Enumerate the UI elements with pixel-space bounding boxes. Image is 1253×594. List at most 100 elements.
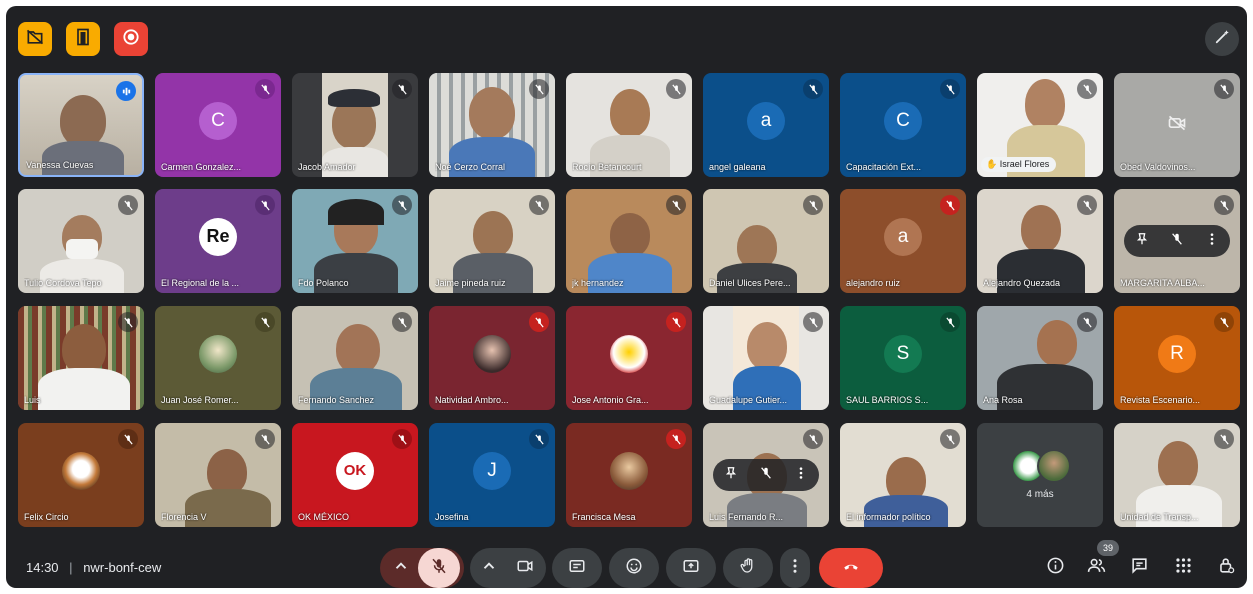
people-button[interactable] [1083,555,1109,581]
mic-off-icon [1214,429,1234,449]
chevron-up-icon [480,557,498,580]
camera-icon [516,557,534,580]
tile-hover-controls [713,459,819,491]
participant-tile[interactable]: Ana Rosa [977,306,1103,410]
audio-options-button[interactable] [384,548,418,588]
mic-off-icon [666,195,686,215]
participant-face [610,213,650,257]
participant-avatar: S [884,334,922,373]
participant-tile[interactable]: Jacob Amador [292,73,418,177]
participant-logo: Re [199,217,237,256]
mic-off-icon [1214,79,1234,99]
video-options-button[interactable] [472,557,506,580]
mic-off-icon [940,79,960,99]
host-controls-button[interactable] [1213,555,1239,581]
participant-avatar [610,334,648,373]
pin-icon[interactable] [724,466,738,485]
more-vert-icon[interactable] [1205,232,1219,251]
participant-tile[interactable]: Luis Fernando R... [703,423,829,527]
leave-call-button[interactable] [819,548,883,588]
participant-tile[interactable]: Jaime pineda ruiz [429,189,555,293]
end-call-icon [842,557,860,580]
chat-icon [1130,556,1149,580]
participant-name: Fernando Sanchez [298,395,375,405]
participant-name: Rocío Betancourt [572,162,642,172]
participant-tile[interactable]: Natividad Ambro... [429,306,555,410]
participant-tile[interactable]: Noé Cerzo Corral [429,73,555,177]
participant-tile[interactable]: jk hernandez [566,189,692,293]
meeting-code: nwr-bonf-cew [83,560,162,575]
participant-tile[interactable]: Florencia V [155,423,281,527]
participant-tile[interactable]: R Revista Escenario... [1114,306,1240,410]
camera-toggle-button[interactable] [506,557,544,580]
participant-tile[interactable]: Obed Valdovinos... [1114,73,1240,177]
participant-name: Florencia V [161,512,207,522]
participant-tile[interactable]: Tulio Cordova Tepo [18,189,144,293]
participant-avatar: C [199,101,237,140]
participant-avatar [199,334,237,373]
participant-name: Noé Cerzo Corral [435,162,506,172]
more-options-button[interactable] [780,548,810,588]
participant-tile[interactable]: Jose Antonio Gra... [566,306,692,410]
participant-tile[interactable]: J Josefina [429,423,555,527]
door-button[interactable] [66,22,100,56]
participant-tile[interactable]: Rocío Betancourt [566,73,692,177]
participant-tile[interactable]: Fernando Sanchez [292,306,418,410]
participant-tile[interactable]: S SAUL BARRIOS S... [840,306,966,410]
more-vert-icon[interactable] [794,466,808,485]
participant-name: Jose Antonio Gra... [572,395,649,405]
raise-hand-button[interactable] [723,548,773,588]
participant-name: Obed Valdovinos... [1120,162,1196,172]
participant-tile[interactable]: C Carmen Gonzalez... [155,73,281,177]
folder-off-icon [25,27,45,52]
participant-tile[interactable]: a angel galeana [703,73,829,177]
more-participants-tile[interactable]: 4 más [977,423,1103,527]
mic-off-icon [255,195,275,215]
participant-tile[interactable]: Fdo Polanco [292,189,418,293]
participant-face [62,324,106,374]
participant-tile[interactable]: Daniel Ulices Pere... [703,189,829,293]
mic-off-icon [529,195,549,215]
participant-tile[interactable]: Luis [18,306,144,410]
microphone-toggle-button[interactable] [418,548,460,588]
participant-tile[interactable]: a alejandro ruiz [840,189,966,293]
participant-name: alejandro ruiz [846,278,901,288]
participant-tile[interactable]: OK OK MÉXICO [292,423,418,527]
participant-name: El informador político [846,512,931,522]
participant-tile[interactable]: ✋ Israel Flores [977,73,1103,177]
participant-name: OK MÉXICO [298,512,350,522]
mic-off-icon [940,195,960,215]
participant-tile[interactable]: Re El Regional de la ... [155,189,281,293]
participant-name: MARGARITA ALBA... [1120,278,1205,288]
mic-off-icon [118,429,138,449]
participant-tile[interactable]: Juan José Romer... [155,306,281,410]
participant-tile[interactable]: Vanessa Cuevas [18,73,144,177]
participant-tile[interactable]: C Capacitación Ext... [840,73,966,177]
mic-off-icon[interactable] [1170,232,1184,251]
folder-off-button[interactable] [18,22,52,56]
chat-button[interactable] [1126,555,1152,581]
present-button[interactable] [666,548,716,588]
activities-button[interactable] [1170,555,1196,581]
participant-body [864,495,948,527]
participant-tile[interactable]: El informador político [840,423,966,527]
participant-tile[interactable]: Unidad de Transp... [1114,423,1240,527]
participant-tile[interactable]: Felix Circio [18,423,144,527]
mic-off-icon [666,79,686,99]
meeting-details-button[interactable] [1042,555,1068,581]
participant-tile[interactable]: Guadalupe Gutier... [703,306,829,410]
record-button[interactable] [114,22,148,56]
participant-tile[interactable]: Francisca Mesa [566,423,692,527]
participant-name: SAUL BARRIOS S... [846,395,929,405]
pin-icon[interactable] [1135,232,1149,251]
mic-off-icon[interactable] [759,466,773,485]
participant-avatar [610,451,648,490]
video-controls [470,548,546,588]
visual-effects-button[interactable] [1205,22,1239,56]
captions-button[interactable] [552,548,602,588]
reactions-button[interactable] [609,548,659,588]
participant-tile[interactable]: MARGARITA ALBA... [1114,189,1240,293]
mic-off-icon [803,312,823,332]
participant-tile[interactable]: Alejandro Quezada [977,189,1103,293]
mic-off-icon [118,312,138,332]
